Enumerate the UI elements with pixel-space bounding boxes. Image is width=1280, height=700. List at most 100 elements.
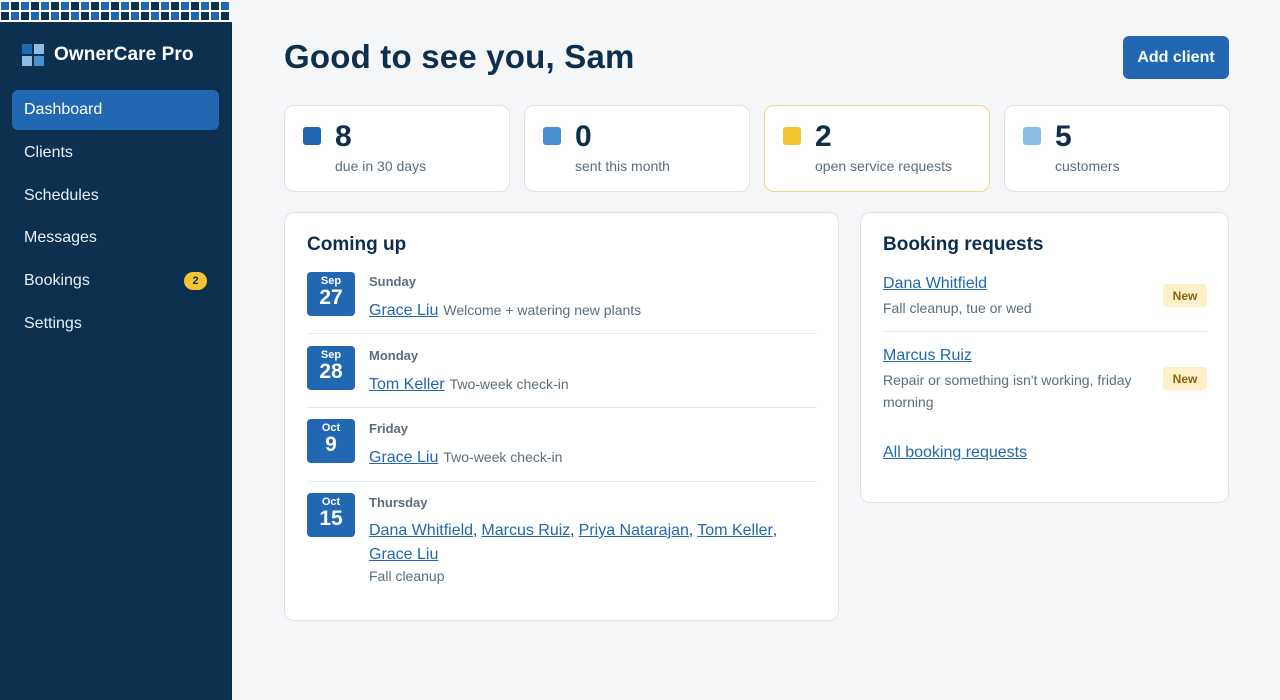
mosaic-tile	[191, 12, 199, 20]
booking-requests-card: Booking requests Dana Whitfield Fall cle…	[860, 212, 1229, 503]
client-link[interactable]: Priya Natarajan	[579, 522, 689, 539]
card-title: Booking requests	[883, 234, 1044, 255]
client-link[interactable]: Marcus Ruiz	[481, 522, 570, 539]
status-square-icon	[303, 127, 321, 145]
mosaic-tile	[221, 2, 229, 10]
stat-value: 5	[1055, 120, 1072, 153]
sidebar-item-clients[interactable]: Clients	[12, 133, 219, 173]
mosaic-tile	[191, 2, 199, 10]
mosaic-tile	[11, 12, 19, 20]
mosaic-tile	[51, 12, 59, 20]
mosaic-tile	[211, 2, 219, 10]
client-link[interactable]: Dana Whitfield	[369, 522, 473, 539]
date-day: 28	[319, 360, 343, 383]
sidebar-item-schedules[interactable]: Schedules	[12, 176, 219, 216]
event-line: Dana Whitfield, Marcus Ruiz, Priya Natar…	[369, 522, 778, 563]
booking-request-name[interactable]: Marcus Ruiz	[883, 347, 972, 365]
bookings-count-badge: 2	[184, 272, 207, 291]
divider	[307, 481, 817, 482]
sidebar-item-label: Settings	[24, 314, 82, 332]
mosaic-tile	[21, 2, 29, 10]
date-month: Sep	[320, 349, 342, 361]
mosaic-tile	[101, 2, 109, 10]
mosaic-tile	[201, 2, 209, 10]
sidebar-item-label: Schedules	[24, 186, 99, 204]
add-client-button[interactable]: Add client	[1123, 36, 1229, 79]
client-link[interactable]: Tom Keller	[369, 376, 445, 393]
mosaic-tile	[31, 2, 39, 10]
page-title: Good to see you, Sam	[284, 38, 635, 75]
mosaic-tile	[171, 12, 179, 20]
event-weekday: Thursday	[369, 495, 428, 510]
mosaic-tile	[91, 12, 99, 20]
divider	[307, 407, 817, 408]
status-square-icon	[783, 127, 801, 145]
mosaic-tile	[91, 2, 99, 10]
sidebar-item-messages[interactable]: Messages	[12, 218, 219, 258]
brand[interactable]: OwnerCare Pro	[22, 44, 194, 66]
date-badge: Sep 27	[307, 272, 355, 316]
stat-card-due[interactable]: 8 due in 30 days	[284, 105, 510, 192]
sidebar-item-label: Clients	[24, 143, 73, 161]
mosaic-tile	[61, 2, 69, 10]
event-item: Sep 28 Monday Tom Keller Two-week check-i…	[307, 346, 817, 393]
date-month: Oct	[321, 422, 341, 434]
event-weekday: Friday	[369, 421, 409, 436]
event-line: Grace Liu Two-week check-in	[369, 445, 789, 470]
stat-card-sent[interactable]: 0 sent this month	[524, 105, 750, 192]
mosaic-tile	[181, 12, 189, 20]
stat-label: open service requests	[815, 158, 952, 174]
event-line: Tom Keller Two-week check-in	[369, 372, 789, 397]
mosaic-tile	[171, 2, 179, 10]
mosaic-tile	[1, 2, 9, 10]
mosaic-pattern	[0, 0, 232, 22]
sidebar-item-label: Dashboard	[24, 101, 103, 118]
grid-logo-icon	[22, 44, 44, 66]
mosaic-tile	[21, 12, 29, 20]
card-title: Coming up	[307, 234, 407, 255]
mosaic-tile	[211, 12, 219, 20]
all-booking-requests-link[interactable]: All booking requests	[883, 444, 1027, 462]
mosaic-tile	[11, 2, 19, 10]
mosaic-tile	[41, 12, 49, 20]
app-name: OwnerCare Pro	[54, 44, 194, 65]
client-link[interactable]: Grace Liu	[369, 546, 438, 563]
booking-request-desc: Repair or something isn't working, frida…	[883, 372, 1132, 410]
mosaic-tile	[101, 12, 109, 20]
event-desc: Welcome + watering new plants	[443, 302, 642, 318]
client-link[interactable]: Grace Liu	[369, 449, 438, 466]
event-desc: Two-week check-in	[449, 376, 569, 392]
coming-up-card: Coming up Sep 27 Sunday Grace Liu Welcome…	[284, 212, 839, 621]
mosaic-tile	[131, 2, 139, 10]
status-badge: New	[1163, 367, 1207, 390]
stat-value: 0	[575, 120, 592, 153]
event-item: Oct 9 Friday Grace Liu Two-week check-in	[307, 419, 817, 466]
date-badge: Oct 15	[307, 493, 355, 537]
mosaic-tile	[81, 2, 89, 10]
sidebar-item-label: Messages	[24, 229, 97, 247]
sidebar-item-bookings[interactable]: Bookings 2	[12, 261, 219, 301]
mosaic-tile	[161, 2, 169, 10]
date-day: 27	[319, 286, 343, 309]
sidebar-item-settings[interactable]: Settings	[12, 304, 219, 344]
stat-card-service-requests[interactable]: 2 open service requests	[764, 105, 990, 192]
mosaic-tile	[31, 12, 39, 20]
booking-request-name[interactable]: Dana Whitfield	[883, 275, 987, 293]
mosaic-tile	[221, 12, 229, 20]
mosaic-tile	[1, 12, 9, 20]
status-square-icon	[543, 127, 561, 145]
stat-card-customers[interactable]: 5 customers	[1004, 105, 1230, 192]
client-link[interactable]: Grace Liu	[369, 302, 438, 319]
event-item: Sep 27 Sunday Grace Liu Welcome + waterin…	[307, 272, 817, 319]
date-badge: Sep 28	[307, 346, 355, 390]
client-link[interactable]: Tom Keller	[697, 522, 773, 539]
mosaic-tile	[41, 2, 49, 10]
sidebar: OwnerCare Pro Dashboard Clients Schedule…	[0, 0, 232, 700]
mosaic-tile	[111, 12, 119, 20]
date-month: Sep	[320, 275, 342, 287]
mosaic-tile	[201, 12, 209, 20]
mosaic-tile	[121, 2, 129, 10]
sidebar-item-dashboard[interactable]: Dashboard	[12, 90, 219, 130]
date-day: 15	[319, 507, 343, 530]
event-weekday: Monday	[369, 348, 419, 363]
